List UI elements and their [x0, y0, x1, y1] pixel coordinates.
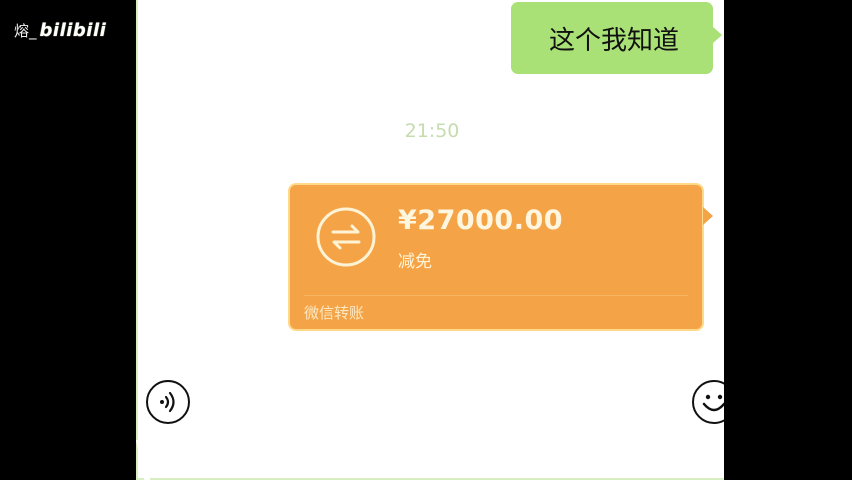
voice-icon[interactable] [146, 380, 190, 424]
wechat-transfer-card[interactable]: ¥27000.00 减免 微信转账 [288, 183, 713, 331]
emoji-icon[interactable] [692, 380, 724, 424]
transfer-divider [304, 295, 688, 296]
bilibili-logo: bilibili [39, 20, 107, 41]
transfer-arrows-icon [314, 205, 378, 269]
transfer-footer-label: 微信转账 [304, 304, 365, 322]
transfer-amount: ¥27000.00 [398, 205, 564, 236]
message-timestamp: 21:50 [404, 120, 460, 142]
chat-screen: 这个我知道 21:50 ¥27000.00 减免 微信转账 [136, 0, 724, 480]
watermark-user: 熔_ [14, 22, 37, 40]
outgoing-message-bubble[interactable]: 这个我知道 [511, 2, 722, 74]
bilibili-watermark: 熔_ bilibili [14, 20, 106, 41]
outgoing-message-text: 这个我知道 [548, 25, 679, 56]
transfer-status: 减免 [398, 252, 432, 272]
